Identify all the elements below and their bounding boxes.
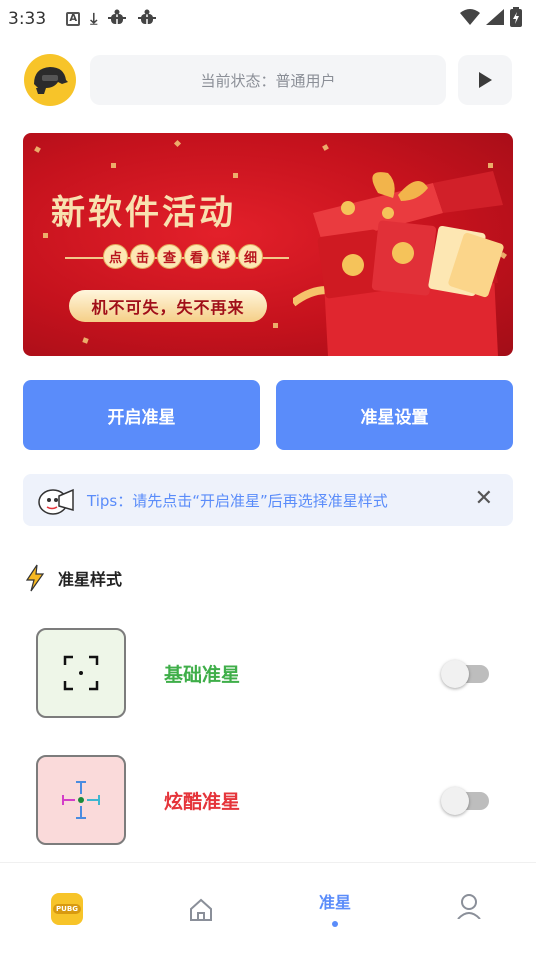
helmet-icon — [34, 67, 68, 94]
play-icon — [479, 72, 492, 88]
crosshair-settings-button[interactable]: 准星设置 — [276, 380, 513, 450]
crosshair-style-row[interactable]: 基础准星 — [36, 628, 496, 718]
lightning-icon — [25, 564, 45, 592]
pubg-icon-text: PUBG — [53, 904, 81, 914]
home-icon — [190, 898, 212, 921]
promo-banner[interactable]: 新软件活动 点 击 查 看 详 细 机不可失，失不再来 — [23, 133, 513, 356]
bottom-nav: PUBG 准星 — [0, 862, 536, 954]
section-title: 准星样式 — [58, 570, 123, 589]
tips-text: Tips：请先点击“开启准星”后再选择准星样式 — [87, 491, 388, 510]
gift-box-icon — [293, 171, 504, 356]
status-bar: 3:33 A ⤓ — [0, 0, 536, 38]
cool-crosshair-preview — [36, 755, 126, 845]
confetti — [34, 146, 41, 153]
download-icon: ⤓ — [90, 9, 98, 28]
style-toggle[interactable] — [441, 660, 489, 688]
basic-crosshair-preview — [36, 628, 126, 718]
banner-title: 新软件活动 — [51, 193, 236, 233]
confetti — [322, 144, 329, 151]
confetti — [82, 337, 89, 344]
subtitle-char: 查 — [157, 244, 182, 269]
avatar[interactable] — [24, 54, 76, 106]
style-label: 炫酷准星 — [164, 791, 241, 813]
tips-bar: Tips：请先点击“开启准星”后再选择准星样式 ✕ — [23, 474, 513, 526]
a-icon: A — [66, 12, 81, 26]
confetti — [273, 323, 278, 328]
crosshair-style-row[interactable]: 炫酷准星 — [36, 755, 496, 845]
subtitle-char: 击 — [130, 244, 155, 269]
signal-icon — [486, 9, 504, 29]
active-indicator — [332, 921, 338, 927]
nav-item-home[interactable] — [134, 863, 268, 954]
subtitle-char: 点 — [103, 244, 128, 269]
toggle-knob — [441, 660, 469, 688]
user-icon — [457, 894, 481, 919]
subtitle-char: 细 — [238, 244, 263, 269]
notification-icons: A ⤓ — [66, 9, 157, 30]
confetti — [233, 173, 238, 178]
user-status: 当前状态：普通用户 — [90, 55, 446, 105]
close-icon[interactable]: ✕ — [475, 488, 493, 510]
style-toggle[interactable] — [441, 787, 489, 815]
system-icons — [460, 7, 522, 31]
confetti — [111, 163, 116, 168]
confetti — [43, 233, 48, 238]
nav-item-crosshair[interactable]: 准星 — [268, 863, 402, 954]
bug-icon — [107, 9, 127, 30]
pubg-icon: PUBG — [51, 893, 83, 925]
wifi-icon — [460, 9, 480, 29]
nav-item-profile[interactable] — [402, 863, 536, 954]
battery-icon — [510, 7, 522, 31]
header: 当前状态：普通用户 — [24, 54, 514, 106]
play-button[interactable] — [458, 55, 512, 105]
megaphone-icon — [38, 488, 74, 515]
enable-crosshair-button[interactable]: 开启准星 — [23, 380, 260, 450]
section-header: 准星样式 — [24, 564, 122, 592]
arrow-crosshair-icon — [62, 781, 100, 819]
subtitle-char: 看 — [184, 244, 209, 269]
toggle-knob — [441, 787, 469, 815]
subtitle-char: 详 — [211, 244, 236, 269]
bracket-crosshair-icon — [63, 655, 99, 691]
nav-item-pubg[interactable]: PUBG — [0, 863, 134, 954]
nav-label: 准星 — [318, 893, 351, 912]
style-label: 基础准星 — [164, 664, 241, 686]
bug-icon — [137, 9, 157, 30]
banner-subtitle: 点 击 查 看 详 细 — [103, 244, 263, 269]
confetti — [173, 139, 182, 148]
banner-tagline: 机不可失，失不再来 — [69, 290, 267, 322]
status-time: 3:33 — [8, 9, 47, 29]
